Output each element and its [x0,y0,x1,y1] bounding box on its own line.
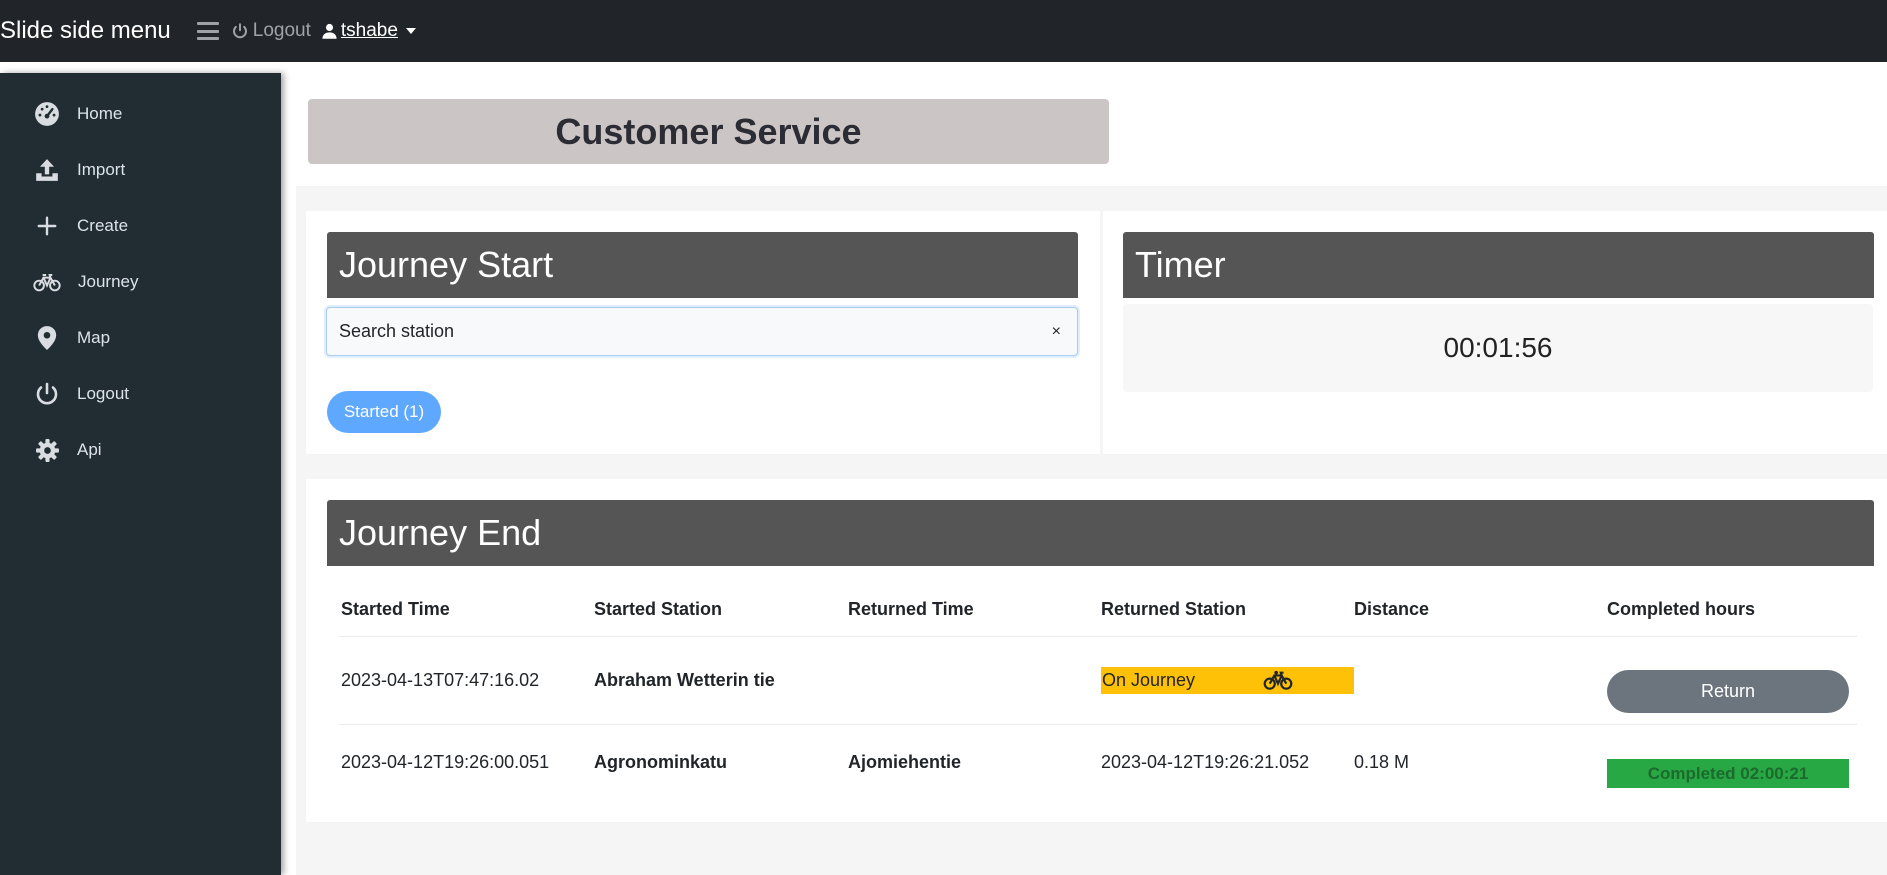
sidebar-item-logout[interactable]: Logout [0,372,281,416]
on-journey-label: On Journey [1102,670,1196,690]
sidebar-item-label: Create [77,216,129,235]
column-header: Started Station [594,599,723,619]
started-station-cell: Agronominkatu [594,752,727,772]
user-icon [322,23,337,39]
started-time-cell: 2023-04-12T19:26:00.051 [341,752,550,772]
sidebar-item-label: Journey [78,272,139,291]
started-station-cell: Abraham Wetterin tie [594,670,775,690]
brand-title[interactable]: Slide side menu [0,17,171,45]
timer-value: 00:01:56 [1443,332,1553,363]
row-divider [339,724,1857,725]
hamburger-menu-icon[interactable] [196,22,219,40]
top-logout-link[interactable]: Logout [231,20,311,42]
chevron-down-icon [405,28,416,34]
returned-station-cell: 2023-04-12T19:26:21.052 [1101,752,1310,772]
bicycle-icon [33,268,61,296]
power-icon [232,23,247,39]
sidebar-item-journey[interactable]: Journey [0,260,281,304]
column-header: Distance [1354,599,1430,619]
sidebar-item-label: Map [77,328,111,347]
completed-badge: Completed 02:00:21 [1607,759,1849,788]
sidebar-item-api[interactable]: Api [0,428,281,472]
search-placeholder: Search station [339,321,455,341]
dashboard-icon [33,100,61,128]
sidebar-item-import[interactable]: Import [0,148,281,192]
column-header: Returned Time [848,599,974,619]
gear-icon [33,436,61,464]
page-title: Customer Service [308,99,1109,164]
sidebar-item-map[interactable]: Map [0,316,281,360]
journey-end-header: Journey End [327,500,1874,566]
clear-search-icon[interactable]: × [1052,323,1061,341]
sidebar-item-label: Api [77,440,102,459]
started-count-button[interactable]: Started (1) [327,391,441,433]
bicycle-icon [1263,670,1293,690]
username: tshabe [340,20,398,41]
power-icon [33,380,61,408]
timer-display: 00:01:56 [1123,304,1873,392]
journey-start-header: Journey Start [327,232,1078,298]
top-logout-label: Logout [252,20,311,41]
plus-icon [33,212,61,240]
upload-icon [33,156,61,184]
sidebar-item-label: Logout [77,384,129,403]
distance-cell: 0.18 M [1354,752,1410,772]
timer-header: Timer [1123,232,1874,298]
returned-time-cell: Ajomiehentie [848,752,962,772]
sidebar-item-home[interactable]: Home [0,92,281,136]
top-navbar: Slide side menu Logout tshabe [0,0,1887,62]
sidebar-item-label: Import [77,160,126,179]
user-dropdown[interactable]: tshabe [321,20,416,42]
column-header: Completed hours [1607,599,1756,619]
row-divider [339,636,1857,637]
sidebar-item-create[interactable]: Create [0,204,281,248]
map-pin-icon [33,324,61,352]
column-header: Started Time [341,599,450,619]
on-journey-badge: On Journey [1101,667,1354,694]
return-button[interactable]: Return [1607,670,1849,713]
column-header: Returned Station [1101,599,1247,619]
started-time-cell: 2023-04-13T07:47:16.02 [341,670,540,690]
station-search-input[interactable]: Search station × [326,307,1078,356]
sidebar: Home Import Create Journey Map Logout Ap… [0,73,281,875]
sidebar-item-label: Home [77,104,123,123]
